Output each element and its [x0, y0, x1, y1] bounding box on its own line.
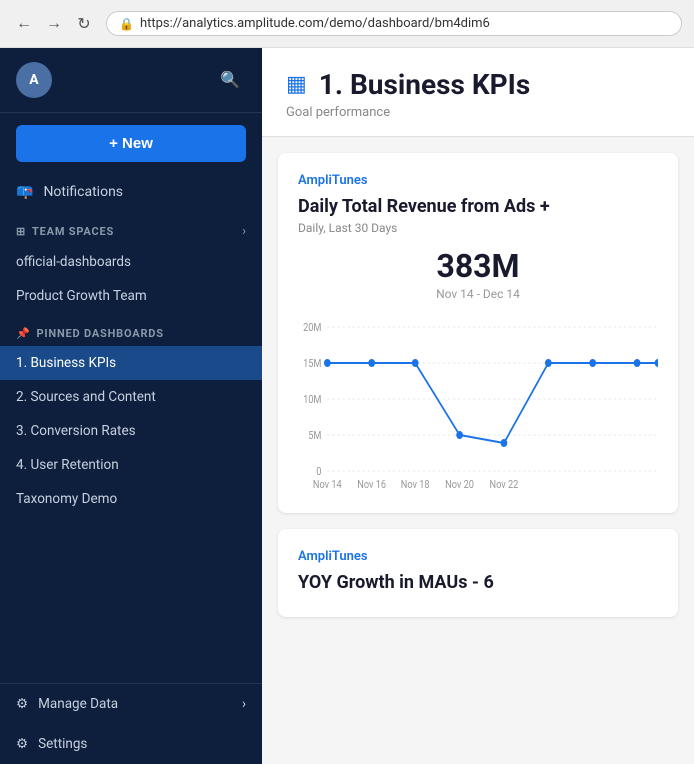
nav-buttons: ← → ↻ — [12, 12, 96, 36]
app-layout: A 🔍 + New 📪 Notifications ⊞ TEAM SPACES … — [0, 48, 694, 764]
forward-button[interactable]: → — [42, 12, 66, 36]
svg-text:20M: 20M — [303, 322, 321, 334]
team-spaces-section: ⊞ TEAM SPACES › — [0, 210, 262, 245]
settings-left: ⚙ Settings — [16, 736, 87, 752]
team-spaces-chevron[interactable]: › — [242, 224, 246, 239]
svg-text:Nov 18: Nov 18 — [401, 479, 430, 491]
notifications-item[interactable]: 📪 Notifications — [0, 174, 262, 210]
svg-text:0: 0 — [316, 466, 321, 478]
svg-text:15M: 15M — [303, 358, 321, 370]
avatar[interactable]: A — [16, 62, 52, 98]
svg-text:5M: 5M — [308, 430, 321, 442]
settings-icon: ⚙ — [16, 736, 28, 752]
search-button[interactable]: 🔍 — [214, 64, 246, 96]
reload-button[interactable]: ↻ — [72, 12, 96, 36]
browser-chrome: ← → ↻ 🔒 https://analytics.amplitude.com/… — [0, 0, 694, 48]
sidebar-item-product-growth-team[interactable]: Product Growth Team — [0, 279, 262, 313]
notifications-label: Notifications — [43, 184, 123, 200]
card-2-brand: AmpliTunes — [298, 549, 658, 564]
card-1-brand: AmpliTunes — [298, 173, 658, 188]
chart-container: 20M 15M 10M 5M 0 — [298, 313, 658, 493]
sidebar-item-business-kpis[interactable]: 1. Business KPIs — [0, 346, 262, 380]
sidebar-item-taxonomy-demo[interactable]: Taxonomy Demo — [0, 482, 262, 516]
pinned-dashboards-section: 📌 PINNED DASHBOARDS — [0, 313, 262, 346]
card-1-subtitle: Daily, Last 30 Days — [298, 221, 658, 235]
svg-text:Nov 14: Nov 14 — [313, 479, 342, 491]
svg-text:Nov 16: Nov 16 — [357, 479, 386, 491]
page-title: 1. Business KPIs — [319, 68, 530, 101]
address-bar[interactable]: 🔒 https://analytics.amplitude.com/demo/d… — [106, 11, 682, 36]
card-1-range: Nov 14 - Dec 14 — [298, 287, 658, 301]
manage-data-left: ⚙ Manage Data — [16, 696, 118, 712]
sidebar-bottom: ⚙ Manage Data › ⚙ Settings — [0, 683, 262, 764]
goal-label: Goal performance — [286, 105, 670, 120]
svg-text:Nov 20: Nov 20 — [445, 479, 474, 491]
url-text: https://analytics.amplitude.com/demo/das… — [140, 16, 490, 31]
line-chart: 20M 15M 10M 5M 0 — [298, 313, 658, 493]
main-content: ▦ 1. Business KPIs Goal performance Ampl… — [262, 48, 694, 764]
team-spaces-label: ⊞ TEAM SPACES — [16, 225, 114, 238]
inbox-icon: 📪 — [16, 184, 33, 200]
lock-icon: 🔒 — [119, 17, 134, 31]
settings-label: Settings — [38, 736, 87, 752]
sidebar-item-conversion-rates[interactable]: 3. Conversion Rates — [0, 414, 262, 448]
manage-data-icon: ⚙ — [16, 696, 28, 712]
main-header: ▦ 1. Business KPIs Goal performance — [262, 48, 694, 137]
pinned-dashboards-label: 📌 PINNED DASHBOARDS — [16, 327, 164, 340]
manage-data-item[interactable]: ⚙ Manage Data › — [0, 684, 262, 724]
sidebar-item-official-dashboards[interactable]: official-dashboards — [0, 245, 262, 279]
card-yoy-growth: AmpliTunes YOY Growth in MAUs - 6 — [278, 529, 678, 617]
page-title-row: ▦ 1. Business KPIs — [286, 68, 670, 101]
new-button[interactable]: + New — [16, 125, 246, 162]
grid-small-icon: ⊞ — [16, 225, 26, 238]
sidebar-item-sources-content[interactable]: 2. Sources and Content — [0, 380, 262, 414]
svg-text:10M: 10M — [303, 394, 321, 406]
card-daily-revenue: AmpliTunes Daily Total Revenue from Ads … — [278, 153, 678, 513]
svg-text:Nov 22: Nov 22 — [490, 479, 519, 491]
card-2-title: YOY Growth in MAUs - 6 — [298, 572, 658, 593]
card-1-value: 383M — [298, 247, 658, 285]
dashboard-icon: ▦ — [286, 72, 307, 97]
manage-data-chevron: › — [242, 696, 246, 712]
sidebar-header: A 🔍 — [0, 48, 262, 113]
search-icon: 🔍 — [220, 70, 240, 90]
back-button[interactable]: ← — [12, 12, 36, 36]
sidebar: A 🔍 + New 📪 Notifications ⊞ TEAM SPACES … — [0, 48, 262, 764]
settings-item[interactable]: ⚙ Settings — [0, 724, 262, 764]
sidebar-item-user-retention[interactable]: 4. User Retention — [0, 448, 262, 482]
manage-data-label: Manage Data — [38, 696, 118, 712]
pin-icon: 📌 — [16, 327, 31, 340]
card-1-title: Daily Total Revenue from Ads + — [298, 196, 658, 217]
